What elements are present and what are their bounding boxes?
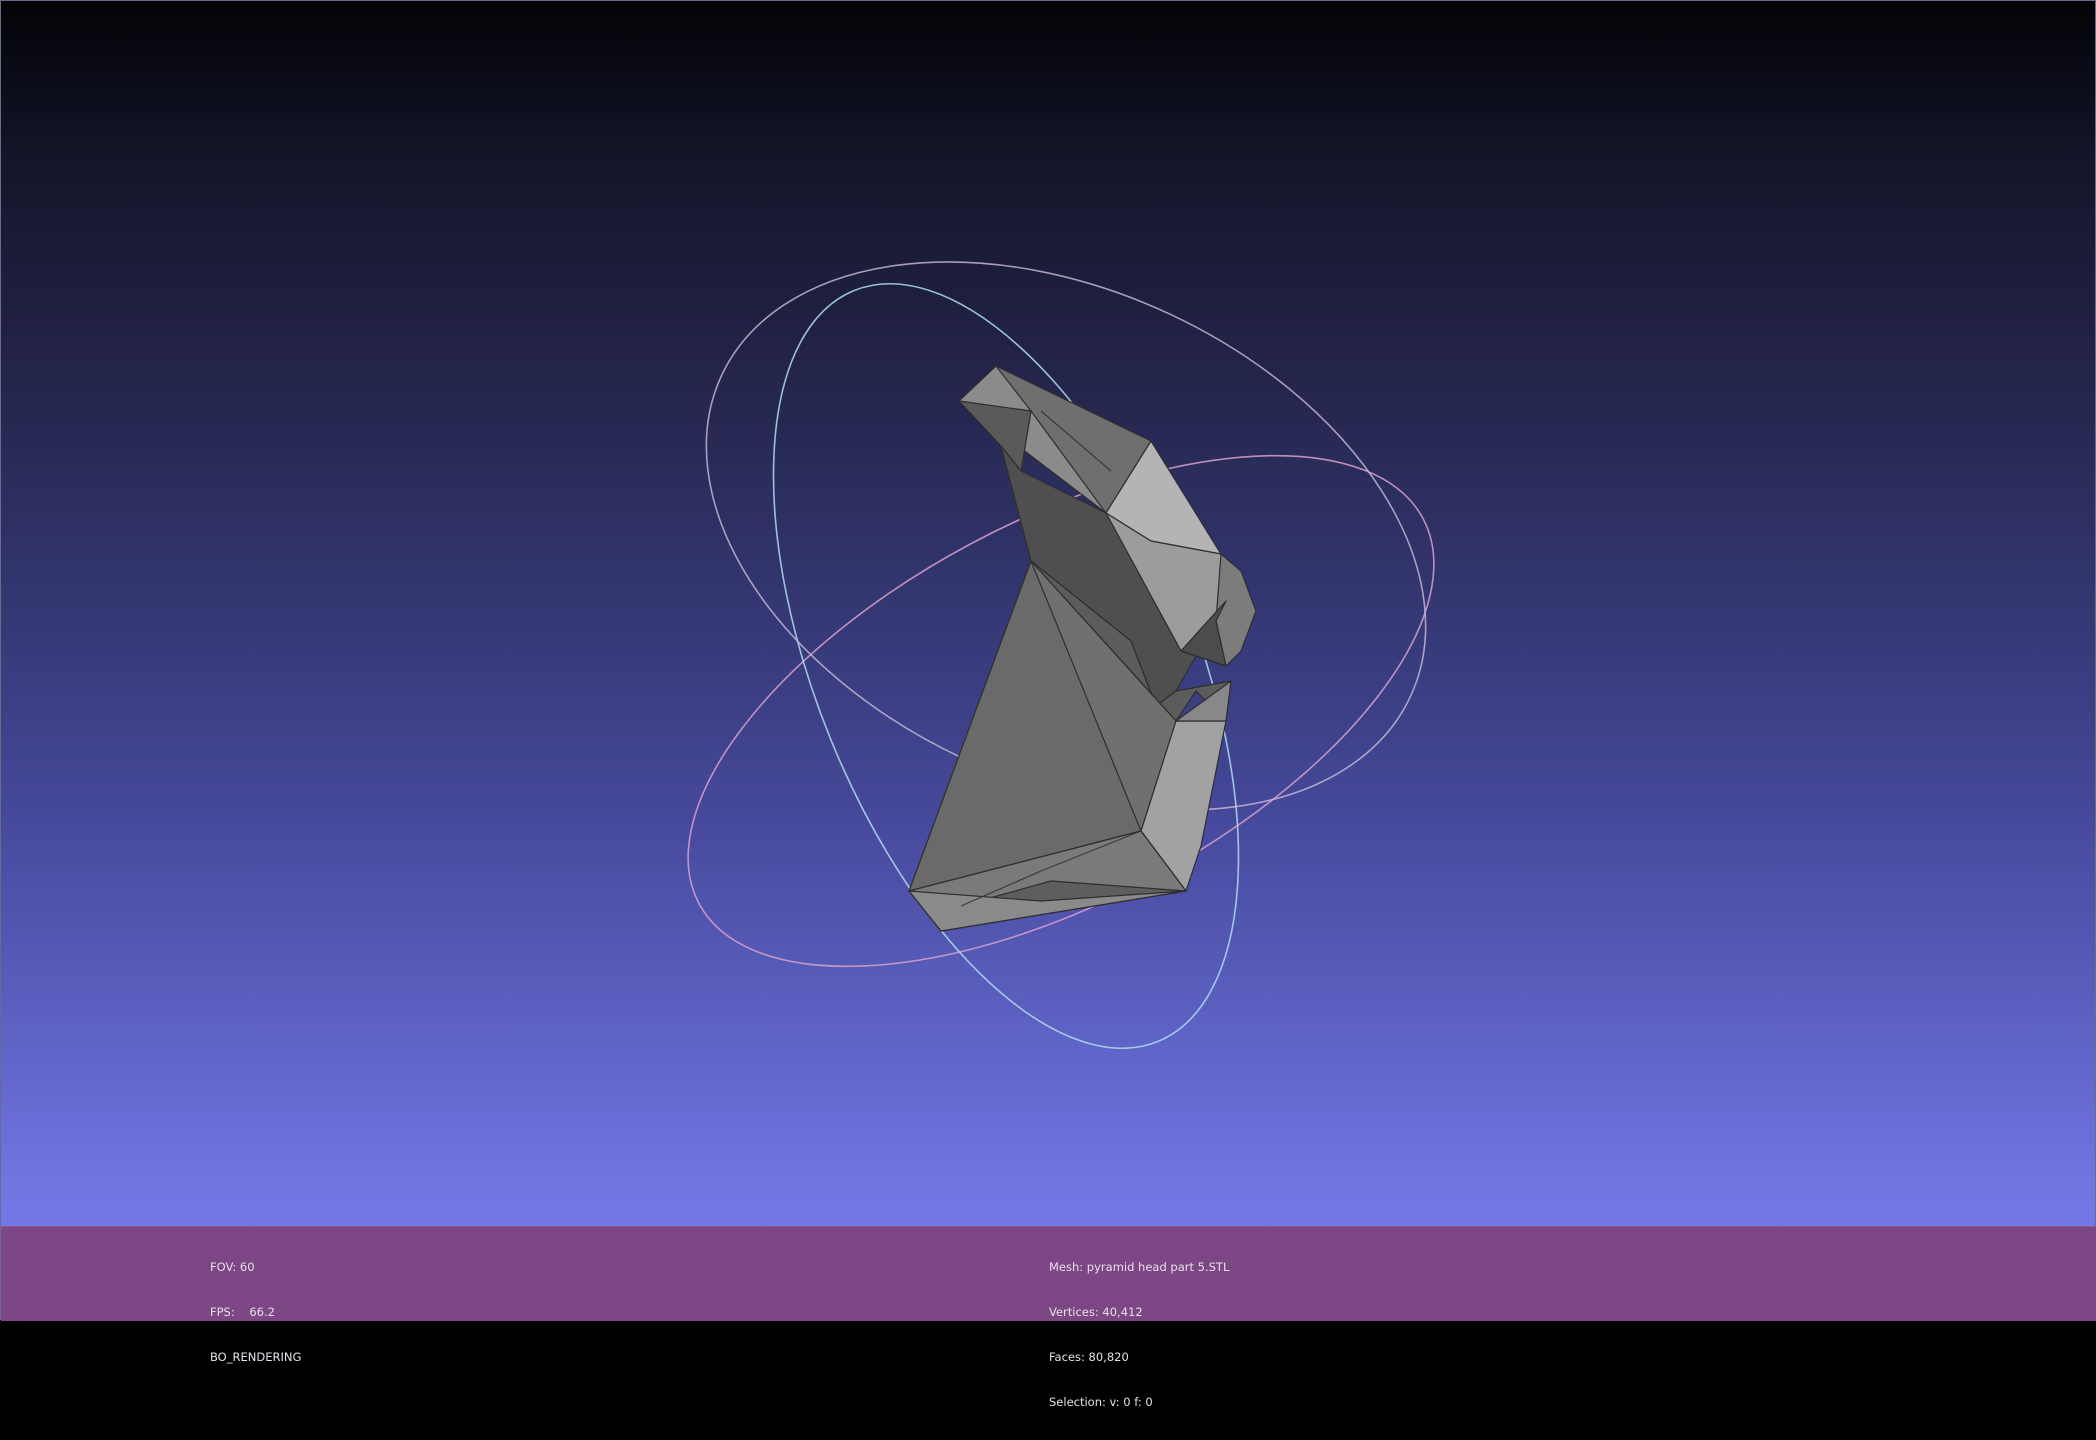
mesh-info-panel: Mesh: pyramid head part 5.STL Vertices: … (1049, 1230, 1229, 1440)
selection-text: Selection: v: 0 f: 0 (1049, 1395, 1153, 1409)
scene-canvas[interactable] (1, 1, 2096, 1226)
mesh-name-text: Mesh: pyramid head part 5.STL (1049, 1260, 1230, 1274)
vertices-count-text: Vertices: 40,412 (1049, 1305, 1143, 1319)
3d-viewport[interactable]: FOV: 60 FPS: 66.2 BO_RENDERING Mesh: pyr… (0, 0, 2096, 1409)
status-info-bar: FOV: 60 FPS: 66.2 BO_RENDERING Mesh: pyr… (1, 1226, 2096, 1409)
mesh-face (958, 400, 1032, 472)
mesh-model[interactable] (908, 365, 1257, 932)
render-mode-text: BO_RENDERING (210, 1350, 302, 1364)
fps-text: FPS: 66.2 (210, 1305, 275, 1319)
faces-count-text: Faces: 80,820 (1049, 1350, 1129, 1364)
render-stats-panel: FOV: 60 FPS: 66.2 BO_RENDERING (210, 1230, 301, 1395)
fov-text: FOV: 60 (210, 1260, 255, 1274)
